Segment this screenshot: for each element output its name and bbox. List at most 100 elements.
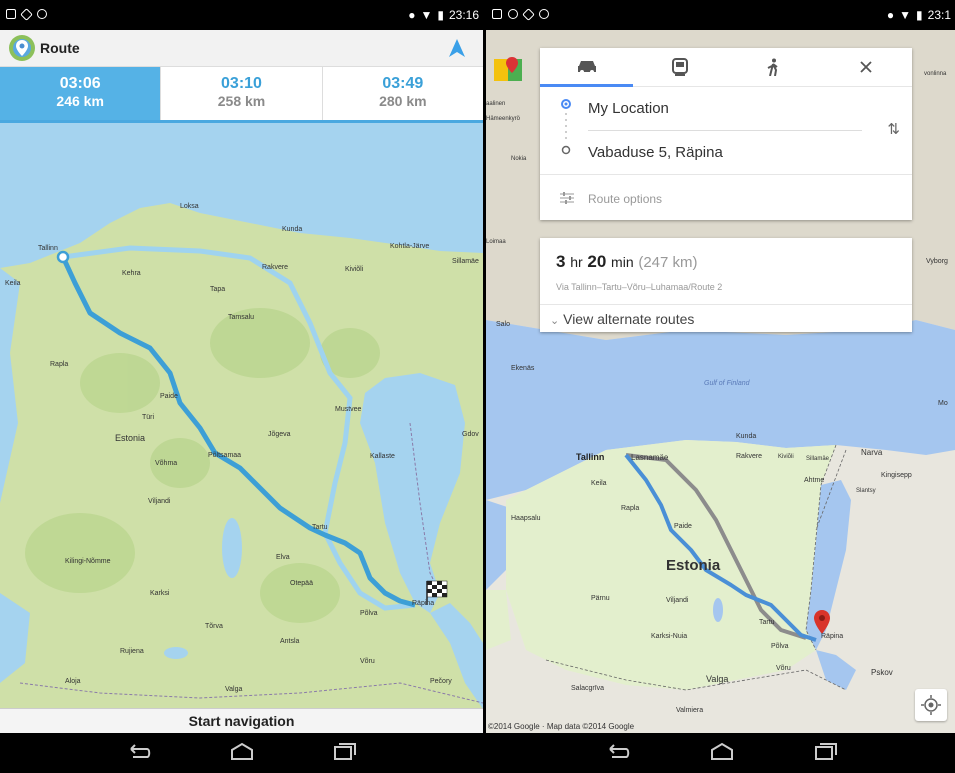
map-label: Põltsamaa xyxy=(208,452,241,459)
battery-icon: ▮ xyxy=(916,8,923,22)
map-label: Mo xyxy=(938,400,948,407)
route-distance: (247 km) xyxy=(638,254,698,271)
duration-minutes: 20 xyxy=(587,252,607,271)
location-icon: ● xyxy=(408,8,416,22)
notification-icon xyxy=(37,9,47,19)
wifi-icon: ▼ xyxy=(420,8,433,22)
app-bar: Route xyxy=(0,30,483,67)
map-label: Keila xyxy=(591,480,607,487)
screenshot-icon xyxy=(492,9,502,19)
route-map[interactable]: Tallinn Keila Rapla Paide Türi Estonia V… xyxy=(0,123,483,709)
directions-card: My Location Vabaduse 5, Räpina ⇅ Route o… xyxy=(540,48,912,220)
home-icon[interactable] xyxy=(708,741,736,763)
route-tab-3[interactable]: 03:49 280 km xyxy=(321,67,483,120)
close-directions-button[interactable] xyxy=(819,48,912,86)
route-app-logo-icon[interactable] xyxy=(8,34,36,62)
map-label: Kehra xyxy=(122,270,141,277)
duration-hours-unit: hr xyxy=(570,254,583,270)
map-label: Viljandi xyxy=(148,498,171,505)
map-label: Kunda xyxy=(282,226,302,233)
map-label: Karksi-Nuia xyxy=(651,633,687,640)
transit-mode-tab[interactable] xyxy=(633,48,726,86)
my-location-button[interactable] xyxy=(915,689,947,721)
travel-mode-tabs xyxy=(540,48,912,87)
map-label: Nokia xyxy=(511,156,527,162)
walk-mode-tab[interactable] xyxy=(726,48,819,86)
car-icon xyxy=(577,61,596,74)
map-label: Otepää xyxy=(290,580,313,587)
map-label: Gulf of Finland xyxy=(704,380,751,387)
map-label: Aloja xyxy=(65,678,81,685)
right-phone-screen: ● ▼ ▮ 23:1 Tallinn Lasnamäe Keila Rapla … xyxy=(486,0,955,773)
map-label: Vyborg xyxy=(926,258,948,265)
map-label: Tartu xyxy=(759,619,775,626)
map-label: Tapa xyxy=(210,286,225,293)
route-tab-2[interactable]: 03:10 258 km xyxy=(160,67,321,120)
navigation-arrow-icon[interactable] xyxy=(449,39,465,57)
android-nav-bar xyxy=(486,733,955,773)
notification-icon xyxy=(508,9,518,19)
map-label: Sillamäe xyxy=(806,456,830,462)
map-label: Karksi xyxy=(150,590,170,597)
destination-field[interactable]: Vabaduse 5, Räpina xyxy=(588,144,912,161)
route-summary-card[interactable]: 3 hr 20 min (247 km) Via Tallinn–Tartu–V… xyxy=(540,238,912,332)
map-label: Keila xyxy=(5,280,21,287)
screenshot-icon xyxy=(6,9,16,19)
map-label: Valga xyxy=(225,686,242,693)
map-canvas[interactable]: Tallinn Keila Rapla Paide Türi Estonia V… xyxy=(0,123,483,709)
map-label: Slantsy xyxy=(856,488,876,494)
map-label: Ekenäs xyxy=(511,365,535,372)
route-time: 03:49 xyxy=(382,75,424,92)
status-bar: ● ▼ ▮ 23:1 xyxy=(486,0,955,30)
start-navigation-button[interactable]: Start navigation xyxy=(0,708,483,733)
map-label: Pskov xyxy=(871,668,893,677)
notification-icon xyxy=(539,9,549,19)
map-label: Rakvere xyxy=(262,264,288,271)
map-label: Tallinn xyxy=(38,245,58,252)
map-label: Võru xyxy=(776,665,791,672)
left-phone-screen: ● ▼ ▮ 23:16 Route 03:06 246 km 03:10 258… xyxy=(0,0,483,773)
map-copyright: ©2014 Google · Map data ©2014 Google xyxy=(488,722,635,731)
map-label: Tamsalu xyxy=(228,314,254,321)
sync-icon xyxy=(20,7,33,21)
map-label: Elva xyxy=(276,554,290,561)
map-label: Salo xyxy=(496,321,510,328)
chevron-down-icon: ⌄ xyxy=(550,315,560,327)
my-location-icon xyxy=(921,695,941,715)
map-label: Ahtme xyxy=(804,477,824,484)
back-icon[interactable] xyxy=(604,741,632,763)
route-options-link[interactable]: Route options xyxy=(588,192,662,206)
origin-field[interactable]: My Location xyxy=(588,100,912,117)
map-label: Sillamäe xyxy=(452,258,479,265)
car-mode-tab[interactable] xyxy=(540,48,633,87)
route-options-icon xyxy=(560,192,574,204)
app-title: Route xyxy=(40,40,80,56)
map-label: Kiviõli xyxy=(345,266,364,273)
transit-icon xyxy=(671,58,688,76)
route-time: 03:06 xyxy=(59,75,101,92)
battery-icon: ▮ xyxy=(437,8,444,22)
route-tab-1[interactable]: 03:06 246 km xyxy=(0,67,161,120)
map-label: Räpina xyxy=(412,600,434,607)
map-label: Estonia xyxy=(115,433,145,443)
duration-minutes-unit: min xyxy=(611,254,634,270)
sync-icon xyxy=(522,7,535,21)
map-label: vonlinna xyxy=(924,71,947,77)
google-maps-logo-icon[interactable] xyxy=(492,55,526,85)
walk-icon xyxy=(767,58,778,76)
close-icon xyxy=(859,61,872,73)
map-label: Narva xyxy=(861,448,883,457)
map-label: Kilingi-Nõmme xyxy=(65,558,111,565)
home-icon[interactable] xyxy=(228,741,256,763)
view-alternate-routes-button[interactable]: ⌄ View alternate routes xyxy=(550,311,694,327)
map-label: Võhma xyxy=(155,460,177,467)
recent-apps-icon[interactable] xyxy=(330,741,358,763)
recent-apps-icon[interactable] xyxy=(811,741,839,763)
back-icon[interactable] xyxy=(125,741,153,763)
clock: 23:16 xyxy=(448,8,479,22)
map-label: Lasnamäe xyxy=(631,453,669,462)
swap-directions-icon[interactable]: ⇅ xyxy=(887,120,900,138)
map-label: Kingisepp xyxy=(881,472,912,479)
map-label: Põlva xyxy=(771,643,789,650)
route-distance: 246 km xyxy=(56,93,104,109)
